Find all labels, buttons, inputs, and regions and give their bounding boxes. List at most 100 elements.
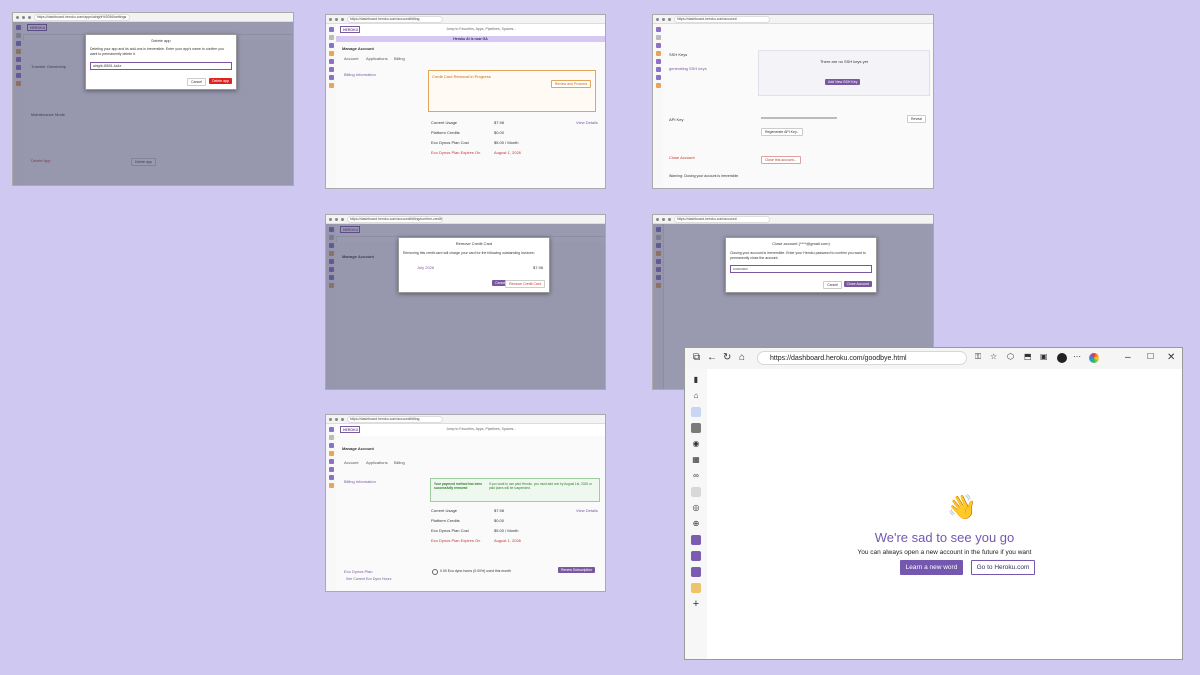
globe-icon[interactable]: ◎ <box>691 503 701 513</box>
add-icon[interactable]: + <box>691 599 701 610</box>
globe-icon[interactable]: ⊕ <box>691 519 701 529</box>
maximize-icon[interactable]: ☐ <box>1147 352 1154 361</box>
browser-toolbar: https://dashboard.heroku.com/apps/alrigh… <box>13 13 293 22</box>
alert-title: Credit Card Removal in Progress <box>432 74 491 79</box>
ssh-guide-link[interactable]: generating SSH keys <box>669 66 707 71</box>
success-alert: Your payment method has been successfull… <box>430 478 600 502</box>
section-title: Billing Information <box>344 72 376 77</box>
folder-icon[interactable] <box>691 583 701 593</box>
collections-icon[interactable]: ⬒ <box>1024 352 1032 361</box>
browser-toolbar: https://dashboard.heroku.com/account/bil… <box>326 15 605 24</box>
waving-hand-icon: 👋 <box>947 494 977 521</box>
tab-account[interactable]: Account <box>344 460 358 465</box>
heroku-logo[interactable]: HEROKU <box>340 426 360 433</box>
copilot-icon[interactable] <box>1089 353 1099 363</box>
remove-card-modal: Remove Credit Card Removing this credit … <box>398 237 550 293</box>
usage-value: August 1, 2026 <box>494 150 521 155</box>
tabs-icon[interactable]: ▮ <box>691 375 701 385</box>
invoice-amount: $7.98 <box>532 265 543 270</box>
go-to-heroku-button[interactable]: Go to Heroku.com <box>971 560 1035 575</box>
billing-body: Manage Account Account Applications Bill… <box>336 436 605 591</box>
heroku-icon[interactable] <box>691 535 701 545</box>
usage-value: $0.00 <box>494 518 505 523</box>
sidebar-app-icon[interactable] <box>691 487 701 497</box>
tab-account[interactable]: Account <box>344 56 358 61</box>
password-input[interactable]: •••••••••••• <box>730 265 872 273</box>
address-bar[interactable]: https://dashboard.heroku.com/account <box>674 215 770 223</box>
screenshot-icon[interactable]: ▣ <box>1040 352 1048 361</box>
browser-toolbar: ⧉ ← ↻ ⌂ https://dashboard.heroku.com/goo… <box>685 348 1182 370</box>
link-icon[interactable]: ∞ <box>691 471 701 481</box>
add-ssh-key-button[interactable]: Add New SSH Key <box>825 79 861 85</box>
address-bar[interactable]: https://dashboard.heroku.com/account/bil… <box>347 215 443 223</box>
close-account-button[interactable]: Close this account... <box>761 156 801 164</box>
key-icon[interactable]: ⚿ <box>975 352 981 362</box>
reveal-button[interactable]: Reveal <box>907 115 926 123</box>
heroku-icon[interactable] <box>691 567 701 577</box>
app-name-input[interactable]: alright-t3591-4a1e <box>90 62 232 70</box>
goodbye-heading: We're sad to see you go <box>874 530 1015 545</box>
jump-search[interactable]: Jump to Favorites, Apps, Pipelines, Spac… <box>446 27 516 31</box>
eye-icon[interactable]: ◉ <box>691 439 701 449</box>
section-title: Close Account <box>669 155 695 160</box>
learn-new-word-button[interactable]: Learn a new word <box>900 560 963 575</box>
modal-text: Removing this credit card will charge yo… <box>403 251 535 255</box>
usage-label: Eco Dynos Plan Expires On <box>431 538 481 543</box>
renew-subscription-button[interactable]: Renew Subscription <box>558 567 596 573</box>
close-account-confirm-button[interactable]: Close Account <box>843 281 872 287</box>
usage-value: $7.98 <box>494 120 505 125</box>
cancel-button[interactable]: Cancel <box>187 78 206 86</box>
back-icon[interactable]: ← <box>707 352 717 363</box>
home-icon[interactable]: ⌂ <box>691 391 701 401</box>
ssh-empty-text: There are no SSH keys yet <box>819 59 869 64</box>
cancel-button[interactable]: Cancel <box>823 281 842 289</box>
address-bar[interactable]: https://dashboard.heroku.com/apps/alrigh… <box>34 13 130 21</box>
heroku-logo[interactable]: HEROKU <box>340 26 360 33</box>
screenshot-delete-app: https://dashboard.heroku.com/apps/alrigh… <box>12 12 294 186</box>
address-bar[interactable]: https://dashboard.heroku.com/account/bil… <box>347 15 443 23</box>
browser-sidebar: ▮ ⌂ ◉ ▦ ∞ ◎ ⊕ + <box>685 369 708 659</box>
close-icon[interactable]: ✕ <box>1167 352 1175 363</box>
screenshot-billing-removed: https://dashboard.heroku.com/account/bil… <box>325 414 606 592</box>
section-title: SSH Keys <box>669 52 688 57</box>
remove-card-button[interactable]: Remove Credit Card <box>505 280 545 288</box>
sidebar-app-icon[interactable] <box>691 407 701 417</box>
tab-applications[interactable]: Applications <box>366 56 388 61</box>
tab-billing[interactable]: Billing <box>394 460 405 465</box>
sidebar-app-icon[interactable] <box>691 423 701 433</box>
usage-label: Eco Dynos Plan Expires On <box>431 150 481 155</box>
section-title: Eco Dynos Plan <box>344 569 373 574</box>
home-icon[interactable]: ⌂ <box>739 352 745 363</box>
modal-text: Deleting your app and its add-ons is irr… <box>90 47 224 56</box>
regenerate-api-key-button[interactable]: Regenerate API Key... <box>761 128 804 136</box>
browser-window-goodbye: ⧉ ← ↻ ⌂ https://dashboard.heroku.com/goo… <box>684 347 1183 660</box>
tab-billing[interactable]: Billing <box>394 56 405 61</box>
profile-avatar[interactable] <box>1057 353 1067 363</box>
view-details-link[interactable]: View Details <box>576 508 598 513</box>
browser-toolbar: https://dashboard.heroku.com/account/bil… <box>326 415 605 424</box>
calendar-icon[interactable]: ▦ <box>691 455 701 465</box>
modal-title: Delete app <box>151 38 171 43</box>
address-bar[interactable]: https://dashboard.heroku.com/account <box>674 15 770 23</box>
invoice-link[interactable]: July 2026 <box>417 265 434 270</box>
heroku-icon[interactable] <box>691 551 701 561</box>
jump-search[interactable]: Jump to Favorites, Apps, Pipelines, Spac… <box>446 427 516 431</box>
favorite-icon[interactable]: ☆ <box>990 352 997 361</box>
extension-icon[interactable]: ⬡ <box>1007 352 1014 361</box>
goodbye-page: 👋 We're sad to see you go You can always… <box>707 369 1182 659</box>
delete-app-button[interactable]: Delete app <box>209 78 232 84</box>
view-details-link[interactable]: View Details <box>576 120 598 125</box>
minimize-icon[interactable]: – <box>1125 352 1131 363</box>
more-icon[interactable]: ⋯ <box>1073 352 1081 361</box>
address-bar[interactable]: https://dashboard.heroku.com/goodbye.htm… <box>757 351 967 365</box>
eco-hours-text: 0.00 Eco dyno hours (0.00%) used this mo… <box>440 569 512 573</box>
sidebar-toggle-icon[interactable]: ⧉ <box>693 352 700 363</box>
address-bar[interactable]: https://dashboard.heroku.com/account/bil… <box>347 415 443 423</box>
api-key-mask <box>761 117 837 119</box>
eco-hours-link[interactable]: See Current Eco Dyno Hours <box>346 577 391 581</box>
modal-text: Closing your account is irreversible. En… <box>730 251 866 260</box>
page-title: Manage Account <box>342 446 374 451</box>
review-proceed-button[interactable]: Review and Proceed <box>550 80 591 88</box>
tab-applications[interactable]: Applications <box>366 460 388 465</box>
refresh-icon[interactable]: ↻ <box>723 352 731 363</box>
